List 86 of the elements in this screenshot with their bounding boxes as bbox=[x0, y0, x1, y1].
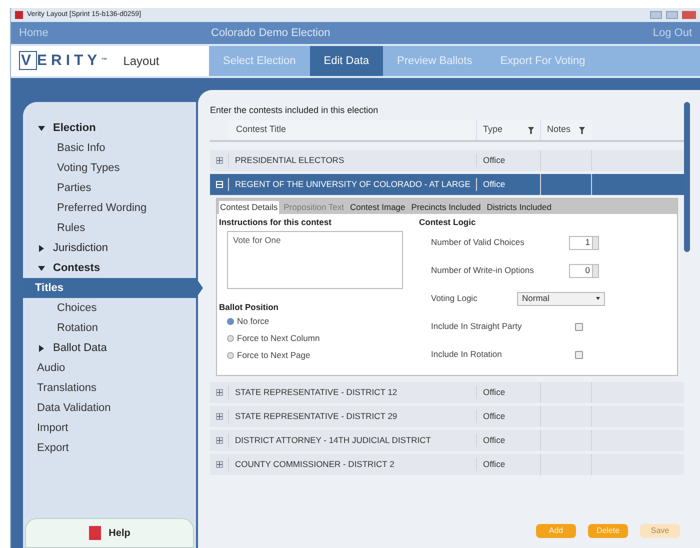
caret-icon bbox=[596, 297, 600, 300]
filter-icon[interactable] bbox=[578, 126, 585, 134]
table-cell: Office bbox=[476, 458, 540, 471]
radio-label[interactable]: Force to Next Page bbox=[237, 348, 310, 362]
column-header[interactable]: Notes bbox=[540, 120, 592, 140]
table-row[interactable]: REGENT OF THE UNIVERSITY OF COLORADO - AT LARGE Office bbox=[210, 174, 684, 195]
table-row[interactable]: STATE REPRESENTATIVE - DISTRICT 12 Office bbox=[210, 382, 684, 403]
table-row[interactable]: PRESIDENTIAL ELECTORS Office bbox=[210, 150, 684, 171]
table-cell: Office bbox=[476, 410, 540, 423]
sidebar-item[interactable]: Choices bbox=[23, 298, 196, 318]
section-label[interactable]: Contests bbox=[53, 260, 100, 276]
radio-button[interactable] bbox=[227, 334, 234, 342]
section-label[interactable]: Election bbox=[53, 120, 96, 136]
sidebar-section[interactable]: Election bbox=[23, 118, 196, 138]
ballot-position-heading: Ballot Position bbox=[219, 300, 280, 314]
number-spinner[interactable]: 0 bbox=[569, 264, 599, 278]
field-label: Voting Logic bbox=[431, 292, 478, 306]
section-label[interactable]: Jurisdiction bbox=[53, 240, 108, 256]
field-label: Include In Rotation bbox=[431, 348, 503, 362]
table-cell: COUNTY COMMISSIONER - DISTRICT 2 bbox=[228, 458, 476, 471]
filter-icon[interactable] bbox=[528, 126, 534, 134]
instructions-heading: Instructions for this contest bbox=[219, 216, 332, 229]
sidebar-item[interactable]: Preferred Wording bbox=[23, 198, 196, 218]
column-header[interactable]: Contest Title bbox=[228, 120, 476, 140]
table-cell: REGENT OF THE UNIVERSITY OF COLORADO - AT LARGE bbox=[228, 178, 476, 191]
intro-text: Enter the contests included in this election bbox=[210, 104, 380, 117]
table-cell: STATE REPRESENTATIVE - DISTRICT 12 bbox=[228, 386, 476, 399]
dropdown[interactable]: Normal bbox=[517, 292, 605, 306]
sidebar-item[interactable]: Rules bbox=[23, 218, 196, 238]
logic-heading: Contest Logic bbox=[419, 216, 477, 229]
sidebar-item[interactable]: Translations bbox=[13, 378, 196, 398]
pointer-icon bbox=[196, 278, 203, 298]
table-cell: Office bbox=[476, 178, 540, 191]
detail-tab[interactable]: Contest Image bbox=[348, 201, 406, 214]
sidebar-item[interactable]: Export bbox=[13, 438, 196, 458]
expander-icon[interactable] bbox=[216, 413, 222, 420]
sidebar-section[interactable]: Ballot Data bbox=[23, 338, 196, 358]
table-cell: Office bbox=[476, 434, 540, 447]
radio-button[interactable] bbox=[227, 352, 234, 358]
product-name: Layout bbox=[123, 53, 160, 70]
section-label[interactable]: Ballot Data bbox=[53, 340, 107, 356]
expanded-triangle-icon[interactable] bbox=[38, 264, 45, 272]
scrollbar[interactable] bbox=[684, 102, 690, 252]
instructions-field[interactable]: Vote for One bbox=[227, 230, 403, 289]
expanded-triangle-icon[interactable] bbox=[38, 124, 45, 132]
radio-label[interactable]: No force bbox=[237, 314, 270, 328]
collapsed-triangle-icon[interactable] bbox=[38, 344, 45, 352]
expander-icon[interactable] bbox=[216, 389, 222, 396]
app-icon bbox=[15, 11, 23, 19]
wizard-step[interactable]: Edit Data bbox=[310, 46, 384, 76]
table-row[interactable]: COUNTY COMMISSIONER - DISTRICT 2 Office bbox=[210, 454, 684, 475]
sidebar-item[interactable]: Basic Info bbox=[23, 138, 196, 158]
expander-icon[interactable] bbox=[216, 437, 222, 444]
sidebar-section[interactable]: Jurisdiction bbox=[23, 238, 196, 258]
help-icon bbox=[88, 526, 101, 540]
sidebar-item[interactable]: Parties bbox=[23, 178, 196, 198]
radio-label[interactable]: Force to Next Column bbox=[237, 332, 320, 344]
detail-tab[interactable]: Districts Included bbox=[486, 201, 552, 214]
radio-button[interactable] bbox=[227, 318, 234, 324]
field-label: Number of Valid Choices bbox=[431, 236, 526, 250]
expander-icon[interactable] bbox=[216, 157, 222, 164]
field-label: Include In Straight Party bbox=[431, 320, 523, 334]
field-label: Number of Write-in Options bbox=[431, 264, 535, 278]
table-row[interactable]: DISTRICT ATTORNEY - 14TH JUDICIAL DISTRICT Office bbox=[210, 430, 684, 451]
table-cell: Office bbox=[476, 386, 540, 399]
column-header[interactable]: Type bbox=[476, 120, 540, 140]
checkbox[interactable] bbox=[575, 322, 583, 331]
detail-tab[interactable]: Contest Details bbox=[219, 201, 279, 214]
checkbox[interactable] bbox=[575, 350, 583, 359]
table-row[interactable]: STATE REPRESENTATIVE - DISTRICT 29 Office bbox=[210, 406, 684, 427]
table-cell: DISTRICT ATTORNEY - 14TH JUDICIAL DISTRICT bbox=[228, 434, 476, 447]
help-button[interactable]: Help bbox=[25, 518, 194, 548]
table-cell: PRESIDENTIAL ELECTORS bbox=[228, 154, 476, 167]
number-spinner[interactable]: 1 bbox=[569, 236, 599, 250]
sidebar-item[interactable]: Data Validation bbox=[13, 398, 196, 418]
collapsed-triangle-icon[interactable] bbox=[38, 244, 45, 252]
expander-icon[interactable] bbox=[216, 461, 222, 468]
election-title: Colorado Demo Election bbox=[211, 26, 330, 41]
sidebar-item[interactable]: Voting Types bbox=[23, 158, 196, 178]
sidebar-item[interactable]: Import bbox=[13, 418, 196, 438]
sidebar-section[interactable]: Contests bbox=[23, 258, 196, 278]
sidebar-item[interactable]: Audio bbox=[13, 358, 196, 378]
sidebar-item[interactable]: Rotation bbox=[23, 318, 196, 338]
table-cell: Office bbox=[476, 154, 540, 167]
table-cell: STATE REPRESENTATIVE - DISTRICT 29 bbox=[228, 410, 476, 423]
detail-tab[interactable]: Precincts Included bbox=[410, 201, 482, 214]
